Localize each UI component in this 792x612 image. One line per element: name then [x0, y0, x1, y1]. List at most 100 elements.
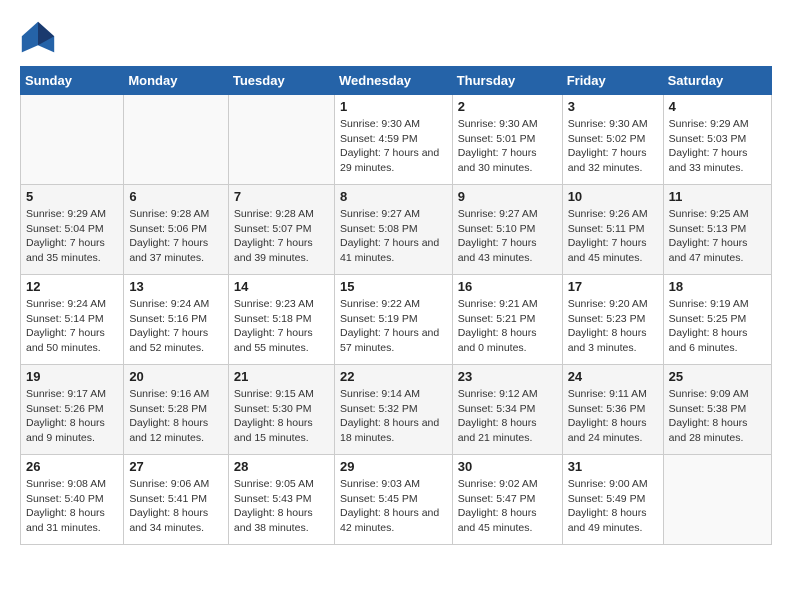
day-number: 4 [669, 99, 766, 114]
calendar-week-row: 26 Sunrise: 9:08 AM Sunset: 5:40 PM Dayli… [21, 455, 772, 545]
calendar-cell: 20 Sunrise: 9:16 AM Sunset: 5:28 PM Dayli… [124, 365, 229, 455]
day-info: Sunrise: 9:06 AM Sunset: 5:41 PM Dayligh… [129, 477, 223, 536]
calendar-cell: 2 Sunrise: 9:30 AM Sunset: 5:01 PM Daylig… [452, 95, 562, 185]
calendar-cell: 18 Sunrise: 9:19 AM Sunset: 5:25 PM Dayli… [663, 275, 771, 365]
calendar-table: SundayMondayTuesdayWednesdayThursdayFrid… [20, 66, 772, 545]
day-info: Sunrise: 9:23 AM Sunset: 5:18 PM Dayligh… [234, 297, 329, 356]
day-number: 20 [129, 369, 223, 384]
calendar-cell [663, 455, 771, 545]
calendar-cell: 27 Sunrise: 9:06 AM Sunset: 5:41 PM Dayli… [124, 455, 229, 545]
weekday-header: Wednesday [334, 67, 452, 95]
day-info: Sunrise: 9:21 AM Sunset: 5:21 PM Dayligh… [458, 297, 557, 356]
day-info: Sunrise: 9:00 AM Sunset: 5:49 PM Dayligh… [568, 477, 658, 536]
calendar-cell [228, 95, 334, 185]
day-info: Sunrise: 9:05 AM Sunset: 5:43 PM Dayligh… [234, 477, 329, 536]
calendar-cell: 3 Sunrise: 9:30 AM Sunset: 5:02 PM Daylig… [562, 95, 663, 185]
calendar-cell: 23Sunrise: 9:12 AM Sunset: 5:34 PM Dayli… [452, 365, 562, 455]
day-number: 14 [234, 279, 329, 294]
day-info: Sunrise: 9:15 AM Sunset: 5:30 PM Dayligh… [234, 387, 329, 446]
calendar-cell: 14 Sunrise: 9:23 AM Sunset: 5:18 PM Dayli… [228, 275, 334, 365]
day-info: Sunrise: 9:09 AM Sunset: 5:38 PM Dayligh… [669, 387, 766, 446]
calendar-cell: 31 Sunrise: 9:00 AM Sunset: 5:49 PM Dayli… [562, 455, 663, 545]
weekday-header-row: SundayMondayTuesdayWednesdayThursdayFrid… [21, 67, 772, 95]
day-number: 1 [340, 99, 447, 114]
calendar-week-row: 5 Sunrise: 9:29 AM Sunset: 5:04 PM Daylig… [21, 185, 772, 275]
page-header [20, 20, 772, 56]
calendar-week-row: 12 Sunrise: 9:24 AM Sunset: 5:14 PM Dayli… [21, 275, 772, 365]
day-number: 30 [458, 459, 557, 474]
day-info: Sunrise: 9:29 AM Sunset: 5:03 PM Dayligh… [669, 117, 766, 176]
day-number: 25 [669, 369, 766, 384]
day-number: 15 [340, 279, 447, 294]
day-number: 5 [26, 189, 118, 204]
day-number: 3 [568, 99, 658, 114]
day-info: Sunrise: 9:27 AM Sunset: 5:10 PM Dayligh… [458, 207, 557, 266]
calendar-cell: 29 Sunrise: 9:03 AM Sunset: 5:45 PM Dayli… [334, 455, 452, 545]
day-number: 29 [340, 459, 447, 474]
day-number: 21 [234, 369, 329, 384]
day-info: Sunrise: 9:30 AM Sunset: 5:01 PM Dayligh… [458, 117, 557, 176]
day-number: 19 [26, 369, 118, 384]
calendar-cell: 10 Sunrise: 9:26 AM Sunset: 5:11 PM Dayli… [562, 185, 663, 275]
calendar-cell: 8 Sunrise: 9:27 AM Sunset: 5:08 PM Daylig… [334, 185, 452, 275]
day-info: Sunrise: 9:02 AM Sunset: 5:47 PM Dayligh… [458, 477, 557, 536]
day-info: Sunrise: 9:17 AM Sunset: 5:26 PM Dayligh… [26, 387, 118, 446]
day-number: 12 [26, 279, 118, 294]
calendar-cell: 1 Sunrise: 9:30 AM Sunset: 4:59 PM Daylig… [334, 95, 452, 185]
day-number: 10 [568, 189, 658, 204]
calendar-cell: 21 Sunrise: 9:15 AM Sunset: 5:30 PM Dayli… [228, 365, 334, 455]
day-info: Sunrise: 9:25 AM Sunset: 5:13 PM Dayligh… [669, 207, 766, 266]
day-info: Sunrise: 9:14 AM Sunset: 5:32 PM Dayligh… [340, 387, 447, 446]
day-number: 26 [26, 459, 118, 474]
calendar-cell: 16Sunrise: 9:21 AM Sunset: 5:21 PM Dayli… [452, 275, 562, 365]
day-number: 8 [340, 189, 447, 204]
day-info: Sunrise: 9:30 AM Sunset: 4:59 PM Dayligh… [340, 117, 447, 176]
day-info: Sunrise: 9:22 AM Sunset: 5:19 PM Dayligh… [340, 297, 447, 356]
day-number: 7 [234, 189, 329, 204]
day-number: 23 [458, 369, 557, 384]
day-number: 31 [568, 459, 658, 474]
calendar-cell: 24Sunrise: 9:11 AM Sunset: 5:36 PM Dayli… [562, 365, 663, 455]
day-number: 28 [234, 459, 329, 474]
calendar-cell [21, 95, 124, 185]
day-info: Sunrise: 9:26 AM Sunset: 5:11 PM Dayligh… [568, 207, 658, 266]
logo [20, 20, 60, 56]
day-info: Sunrise: 9:28 AM Sunset: 5:06 PM Dayligh… [129, 207, 223, 266]
logo-icon [20, 20, 56, 56]
day-info: Sunrise: 9:27 AM Sunset: 5:08 PM Dayligh… [340, 207, 447, 266]
day-number: 11 [669, 189, 766, 204]
calendar-cell: 4 Sunrise: 9:29 AM Sunset: 5:03 PM Daylig… [663, 95, 771, 185]
day-info: Sunrise: 9:24 AM Sunset: 5:14 PM Dayligh… [26, 297, 118, 356]
calendar-week-row: 1 Sunrise: 9:30 AM Sunset: 4:59 PM Daylig… [21, 95, 772, 185]
day-number: 18 [669, 279, 766, 294]
day-info: Sunrise: 9:30 AM Sunset: 5:02 PM Dayligh… [568, 117, 658, 176]
day-info: Sunrise: 9:16 AM Sunset: 5:28 PM Dayligh… [129, 387, 223, 446]
calendar-cell: 6Sunrise: 9:28 AM Sunset: 5:06 PM Daylig… [124, 185, 229, 275]
day-number: 27 [129, 459, 223, 474]
calendar-cell: 7 Sunrise: 9:28 AM Sunset: 5:07 PM Daylig… [228, 185, 334, 275]
day-info: Sunrise: 9:03 AM Sunset: 5:45 PM Dayligh… [340, 477, 447, 536]
day-info: Sunrise: 9:24 AM Sunset: 5:16 PM Dayligh… [129, 297, 223, 356]
day-number: 13 [129, 279, 223, 294]
day-info: Sunrise: 9:29 AM Sunset: 5:04 PM Dayligh… [26, 207, 118, 266]
calendar-cell: 17 Sunrise: 9:20 AM Sunset: 5:23 PM Dayli… [562, 275, 663, 365]
calendar-cell: 26 Sunrise: 9:08 AM Sunset: 5:40 PM Dayli… [21, 455, 124, 545]
calendar-cell: 28 Sunrise: 9:05 AM Sunset: 5:43 PM Dayli… [228, 455, 334, 545]
day-info: Sunrise: 9:20 AM Sunset: 5:23 PM Dayligh… [568, 297, 658, 356]
calendar-week-row: 19 Sunrise: 9:17 AM Sunset: 5:26 PM Dayli… [21, 365, 772, 455]
day-info: Sunrise: 9:19 AM Sunset: 5:25 PM Dayligh… [669, 297, 766, 356]
day-info: Sunrise: 9:08 AM Sunset: 5:40 PM Dayligh… [26, 477, 118, 536]
weekday-header: Saturday [663, 67, 771, 95]
calendar-cell: 9 Sunrise: 9:27 AM Sunset: 5:10 PM Daylig… [452, 185, 562, 275]
calendar-cell: 13 Sunrise: 9:24 AM Sunset: 5:16 PM Dayli… [124, 275, 229, 365]
day-number: 22 [340, 369, 447, 384]
calendar-cell: 11 Sunrise: 9:25 AM Sunset: 5:13 PM Dayli… [663, 185, 771, 275]
day-number: 24 [568, 369, 658, 384]
calendar-cell: 22 Sunrise: 9:14 AM Sunset: 5:32 PM Dayli… [334, 365, 452, 455]
calendar-cell: 5 Sunrise: 9:29 AM Sunset: 5:04 PM Daylig… [21, 185, 124, 275]
day-number: 9 [458, 189, 557, 204]
day-number: 2 [458, 99, 557, 114]
weekday-header: Monday [124, 67, 229, 95]
day-info: Sunrise: 9:28 AM Sunset: 5:07 PM Dayligh… [234, 207, 329, 266]
day-number: 17 [568, 279, 658, 294]
